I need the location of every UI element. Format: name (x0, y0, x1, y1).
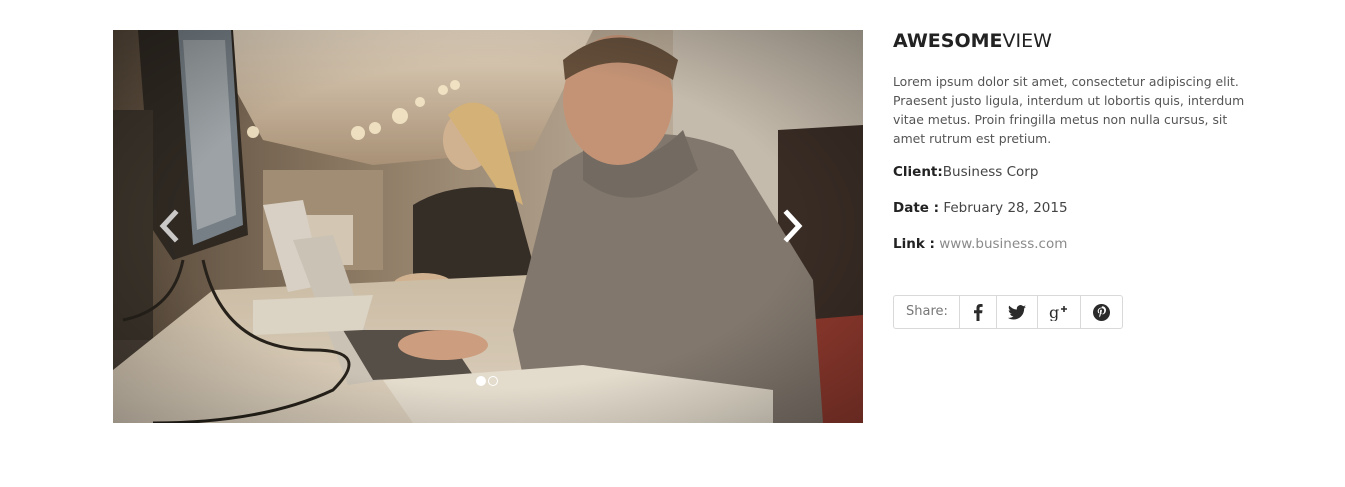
slider-next-button[interactable] (779, 208, 807, 244)
link-label: Link : (893, 236, 935, 252)
project-title-bold: AWESOME (893, 30, 1003, 52)
twitter-icon (1007, 304, 1026, 319)
project-link-url[interactable]: www.business.com (939, 236, 1067, 252)
date-value: February 28, 2015 (943, 200, 1068, 216)
share-facebook-button[interactable] (960, 296, 997, 328)
share-twitter-button[interactable] (997, 296, 1038, 328)
image-slider[interactable] (113, 30, 863, 423)
project-title: AWESOMEVIEW (893, 30, 1263, 52)
slider-prev-button[interactable] (155, 208, 183, 244)
client-label: Client: (893, 164, 943, 180)
project-date: Date : February 28, 2015 (893, 200, 1263, 217)
pinterest-icon (1092, 303, 1110, 321)
project-title-light: VIEW (1002, 30, 1052, 52)
project-description: Lorem ipsum dolor sit amet, consectetur … (893, 74, 1245, 146)
slider-dot-1[interactable] (476, 376, 486, 386)
facebook-icon (973, 303, 983, 321)
svg-text:g: g (1049, 303, 1059, 321)
slider-dot-2[interactable] (488, 376, 498, 386)
chevron-right-icon (783, 209, 803, 243)
share-google-plus-button[interactable]: g (1038, 296, 1081, 328)
share-bar: Share: g (893, 295, 1123, 329)
slider-pagination (476, 376, 498, 386)
slide-photo (113, 30, 863, 423)
chevron-left-icon (159, 209, 179, 243)
google-plus-icon: g (1049, 303, 1067, 321)
project-client: Client:Business Corp (893, 164, 1263, 181)
share-pinterest-button[interactable] (1081, 296, 1122, 328)
client-value: Business Corp (942, 164, 1039, 180)
share-label: Share: (894, 296, 960, 328)
project-details: AWESOMEVIEW Lorem ipsum dolor sit amet, … (893, 30, 1263, 253)
date-label: Date : (893, 200, 940, 216)
project-link: Link : www.business.com (893, 236, 1263, 253)
